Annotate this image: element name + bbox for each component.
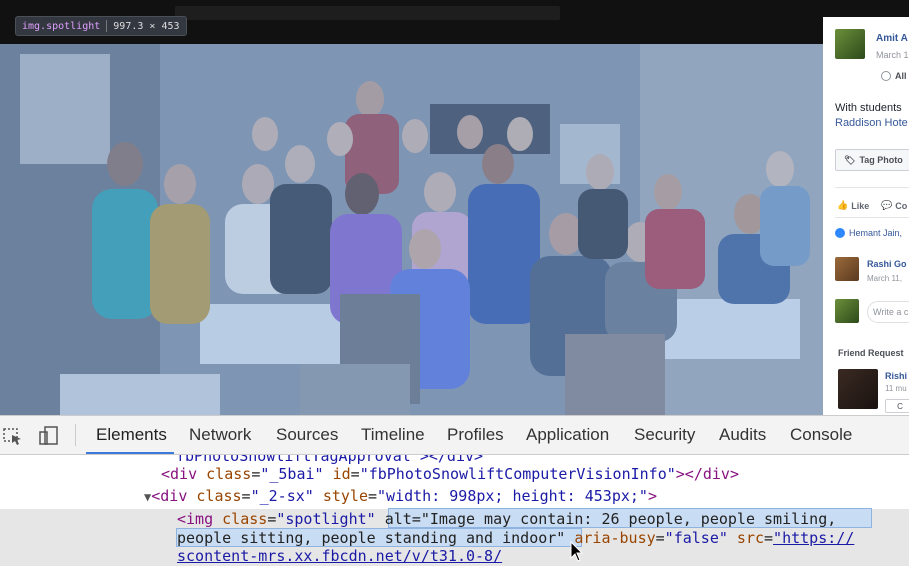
tab-application[interactable]: Application	[526, 416, 609, 454]
like-label: Like	[851, 200, 870, 211]
comment-date[interactable]: March 11,	[867, 274, 902, 283]
tag-open: <div	[161, 465, 207, 483]
tab-console[interactable]: Console	[790, 416, 852, 454]
alt-attr-name: alt	[384, 510, 412, 528]
likers-names: Hemant Jain,	[849, 228, 903, 238]
attr-name: id	[332, 465, 351, 483]
comment-button[interactable]: 💬 Co	[881, 200, 907, 211]
audience-selector[interactable]: All	[881, 71, 907, 81]
dom-line-computer-vision-info[interactable]: <div class="_5bai" id="fbPhotoSnowliftCo…	[161, 465, 739, 483]
poster-name[interactable]: Amit A	[876, 33, 908, 44]
dom-line-img-spotlight-cont[interactable]: people sitting, people standing and indo…	[177, 529, 854, 547]
spotlight-photo[interactable]	[0, 44, 823, 415]
tooltip-divider	[106, 20, 108, 32]
divider	[835, 187, 909, 188]
truncated-text: fbPhotoSnowliftTagApproval"></div>	[176, 455, 484, 465]
own-avatar	[835, 299, 859, 323]
tag-close: ></div>	[675, 465, 739, 483]
tab-security[interactable]: Security	[634, 416, 695, 454]
dom-tree[interactable]: fbPhotoSnowliftTagApproval"></div> <div …	[0, 455, 909, 566]
device-toolbar-icon[interactable]	[38, 426, 60, 446]
globe-icon	[881, 71, 891, 81]
poster-avatar[interactable]	[835, 29, 865, 59]
faded-header-bar	[175, 6, 560, 20]
commenter-name[interactable]: Rashi Go	[867, 259, 907, 269]
friend-requests-heading: Friend Request	[838, 348, 904, 358]
attr-name: class	[206, 465, 252, 483]
tab-network[interactable]: Network	[189, 416, 251, 454]
attr-name: class	[222, 510, 268, 528]
attr-name: src	[736, 529, 765, 547]
audience-label: All	[895, 71, 907, 81]
dom-line-img-spotlight[interactable]: <img class="spotlight" alt="Image may co…	[177, 510, 836, 528]
thumbs-up-icon: 👍	[837, 200, 849, 210]
alt-attr-value: "Image may contain: 26 people, people sm…	[420, 510, 837, 528]
attr-value: "_2-sx"	[250, 487, 314, 505]
tab-elements[interactable]: Elements	[96, 416, 167, 454]
dom-line-tagapproval[interactable]: fbPhotoSnowliftTagApproval"></div>	[176, 455, 483, 465]
photo-side-panel: Amit A March 1 All With students Raddiso…	[823, 17, 909, 415]
active-tab-indicator	[86, 452, 174, 454]
request-mutual-friends: 11 mu	[885, 384, 907, 393]
tag-photo-button[interactable]: 🏷 Tag Photo	[835, 149, 909, 171]
caption-text: With students	[835, 102, 902, 114]
tab-timeline[interactable]: Timeline	[361, 416, 425, 454]
element-inspector-tooltip: img.spotlight 997.3 × 453	[15, 16, 187, 36]
attr-value: "width: 998px; height: 453px;"	[377, 487, 648, 505]
request-avatar[interactable]	[838, 369, 878, 409]
location-link[interactable]: Raddison Hote	[835, 117, 908, 129]
attr-name: style	[322, 487, 368, 505]
request-name[interactable]: Rishi	[885, 371, 907, 381]
tab-audits[interactable]: Audits	[719, 416, 766, 454]
tooltip-tag: img.spotlight	[22, 20, 101, 32]
attr-value: "fbPhotoSnowliftComputerVisionInfo"	[359, 465, 676, 483]
like-button[interactable]: 👍 Like	[837, 200, 869, 211]
src-link[interactable]: "https://	[773, 529, 854, 547]
like-reaction-icon	[835, 228, 845, 238]
inspect-element-icon[interactable]	[2, 426, 24, 446]
post-date[interactable]: March 1	[876, 50, 909, 60]
src-link-cont[interactable]: scontent-mrs.xx.fbcdn.net/v/t31.0-8/	[177, 547, 502, 565]
alt-attr-value-cont: people sitting, people standing and indo…	[177, 529, 566, 547]
write-comment-input[interactable]: Write a c	[867, 301, 909, 323]
tab-sources[interactable]: Sources	[276, 416, 338, 454]
commenter-avatar[interactable]	[835, 257, 859, 281]
reactions-summary[interactable]: Hemant Jain,	[835, 228, 902, 238]
toolbar-divider	[75, 424, 76, 446]
attr-name: class	[196, 487, 242, 505]
attr-value: "false"	[664, 529, 728, 547]
tab-profiles[interactable]: Profiles	[447, 416, 504, 454]
dom-line-img-src-cont[interactable]: scontent-mrs.xx.fbcdn.net/v/t31.0-8/	[177, 547, 502, 565]
tag-photo-label: Tag Photo	[859, 155, 903, 165]
inspect-highlight-overlay	[0, 44, 823, 415]
devtools-toolbar: Elements Network Sources Timeline Profil…	[0, 415, 909, 455]
comment-label: Co	[895, 200, 908, 211]
attr-name: aria-busy	[574, 529, 656, 547]
divider	[835, 217, 909, 218]
tag-open: <div	[151, 487, 197, 505]
attr-value: "spotlight"	[276, 510, 376, 528]
comment-icon: 💬	[881, 200, 893, 210]
tag-close: >	[647, 487, 657, 505]
attr-value: "_5bai"	[260, 465, 324, 483]
tag-icon: 🏷	[844, 154, 856, 165]
mouse-pointer-icon	[570, 541, 584, 562]
tag-open: <img	[177, 510, 223, 528]
dom-line-2sx[interactable]: ▼<div class="_2-sx" style="width: 998px;…	[144, 487, 657, 505]
tooltip-dimensions: 997.3 × 453	[113, 20, 180, 32]
confirm-button[interactable]: C	[885, 399, 909, 413]
